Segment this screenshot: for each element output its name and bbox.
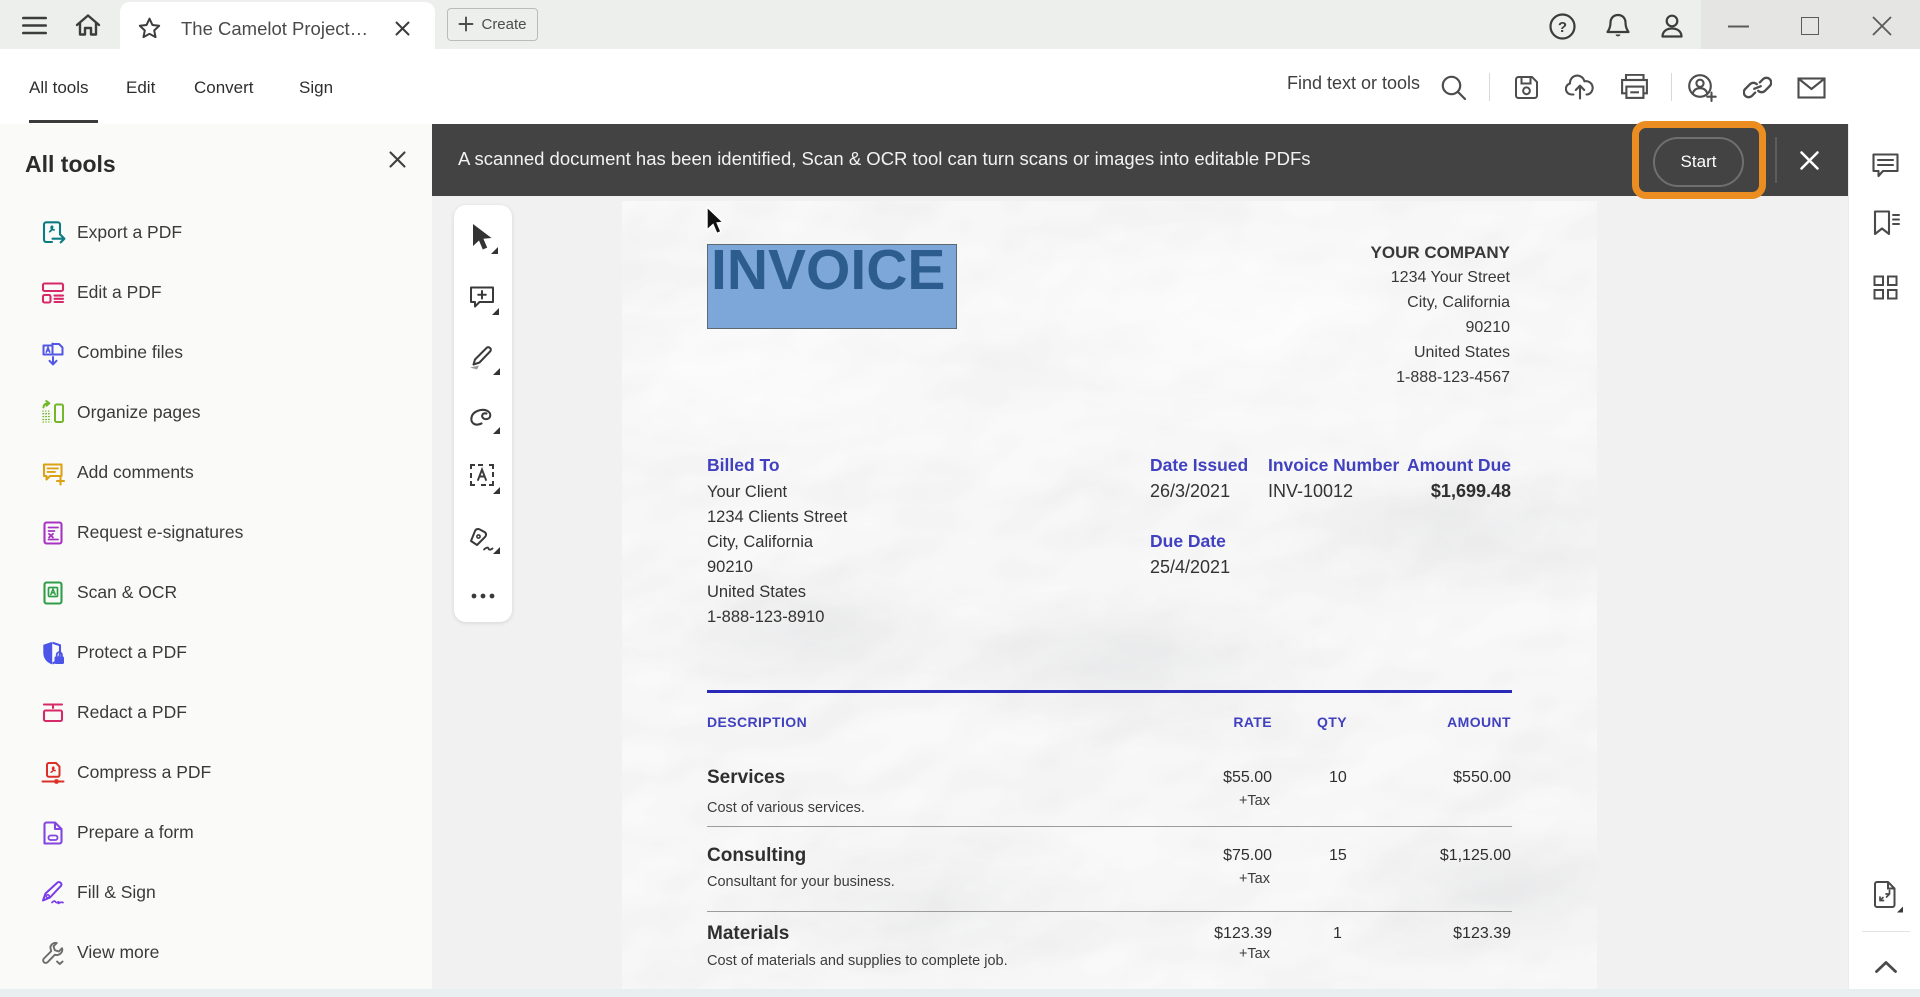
svg-text:?: ? <box>1558 19 1567 36</box>
